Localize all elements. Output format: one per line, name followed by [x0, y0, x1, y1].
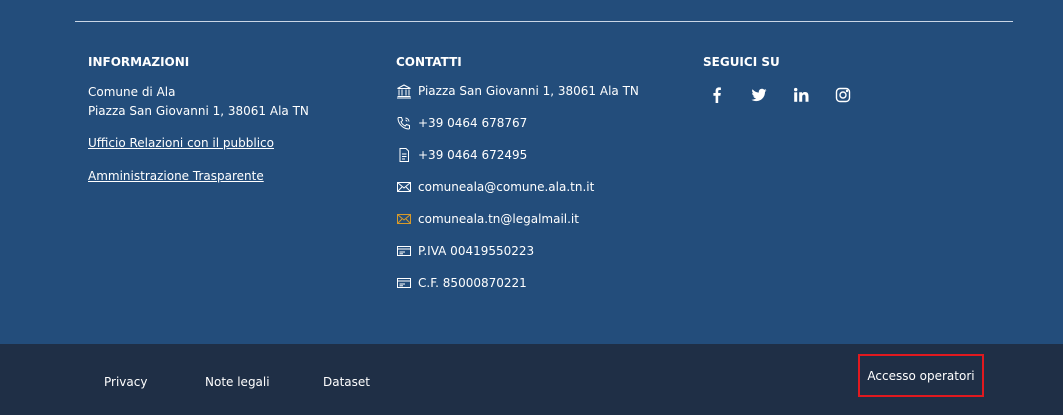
- accesso-operatori-highlight: Accesso operatori: [858, 354, 984, 397]
- social-section: SEGUICI SU: [703, 54, 1003, 109]
- urp-link[interactable]: Ufficio Relazioni con il pubblico: [88, 135, 368, 151]
- divider: [75, 21, 1013, 22]
- instagram-icon[interactable]: [829, 81, 857, 109]
- contatti-section: CONTATTI Piazza San Giovanni 1, 38061 Al…: [396, 54, 686, 307]
- footer-main: INFORMAZIONI Comune di Ala Piazza San Gi…: [0, 0, 1063, 344]
- contact-address: Piazza San Giovanni 1, 38061 Ala TN: [396, 83, 686, 99]
- informazioni-section: INFORMAZIONI Comune di Ala Piazza San Gi…: [88, 54, 368, 184]
- building-icon: [396, 83, 412, 99]
- note-legali-link[interactable]: Note legali: [205, 374, 270, 390]
- contact-address-text: Piazza San Giovanni 1, 38061 Ala TN: [418, 84, 639, 98]
- envelope-icon: [396, 179, 412, 195]
- twitter-icon[interactable]: [745, 81, 773, 109]
- contact-phone-text: +39 0464 678767: [418, 116, 528, 130]
- phone-icon: [396, 115, 412, 131]
- footer-bottom-bar: Privacy Note legali Dataset Accesso oper…: [0, 344, 1063, 415]
- contact-fax: +39 0464 672495: [396, 147, 686, 163]
- contact-pec[interactable]: comuneala.tn@legalmail.it: [396, 211, 686, 227]
- contact-email[interactable]: comuneala@comune.ala.tn.it: [396, 179, 686, 195]
- facebook-icon[interactable]: [703, 81, 731, 109]
- social-title: SEGUICI SU: [703, 55, 780, 69]
- linkedin-icon[interactable]: [787, 81, 815, 109]
- card-icon: [396, 243, 412, 259]
- social-icons: [703, 81, 1003, 109]
- contact-pec-text: comuneala.tn@legalmail.it: [418, 212, 579, 226]
- card-icon: [396, 275, 412, 291]
- privacy-link[interactable]: Privacy: [104, 374, 147, 390]
- contact-cf: C.F. 85000870221: [396, 275, 686, 291]
- informazioni-title: INFORMAZIONI: [88, 55, 190, 69]
- comune-address: Piazza San Giovanni 1, 38061 Ala TN: [88, 104, 309, 118]
- contact-fax-text: +39 0464 672495: [418, 148, 528, 162]
- accesso-operatori-link[interactable]: Accesso operatori: [867, 369, 974, 383]
- pec-envelope-icon: [396, 211, 412, 227]
- contact-phone[interactable]: +39 0464 678767: [396, 115, 686, 131]
- fax-document-icon: [396, 147, 412, 163]
- contact-cf-text: C.F. 85000870221: [418, 276, 527, 290]
- dataset-link[interactable]: Dataset: [323, 374, 370, 390]
- amministrazione-trasparente-link[interactable]: Amministrazione Trasparente: [88, 168, 368, 184]
- contact-email-text: comuneala@comune.ala.tn.it: [418, 180, 595, 194]
- contact-piva-text: P.IVA 00419550223: [418, 244, 535, 258]
- contact-piva: P.IVA 00419550223: [396, 243, 686, 259]
- comune-name: Comune di Ala: [88, 85, 176, 99]
- contatti-title: CONTATTI: [396, 55, 462, 69]
